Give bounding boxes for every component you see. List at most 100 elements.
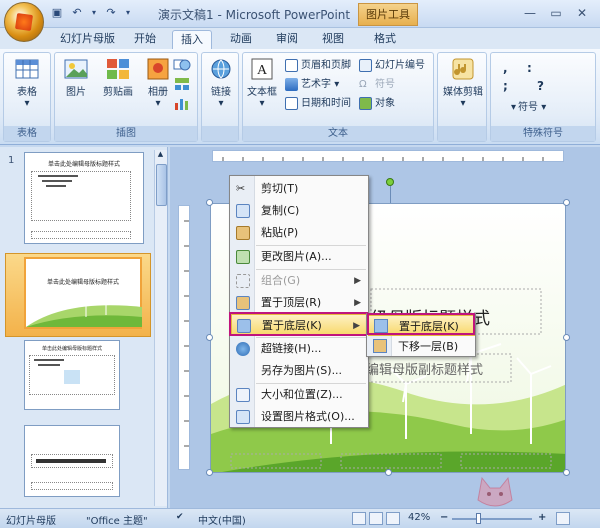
thumbnail-title-placeholder	[31, 454, 113, 468]
date-time-button[interactable]: 日期和时间	[285, 95, 351, 112]
status-language[interactable]: 中文(中国)	[198, 512, 246, 527]
group-text: A 文本框 ▾ 页眉和页脚 艺术字 ▾ 日期和时间 幻灯片编号 Ω 符号 对象 文本	[242, 52, 434, 142]
menu-item-change-picture[interactable]: 更改图片(A)...	[231, 246, 367, 268]
chevron-down-icon: ▾	[460, 98, 466, 109]
shapes-icon[interactable]	[173, 57, 191, 73]
media-clip-button[interactable]: 媒体剪辑 ▾	[439, 57, 487, 109]
office-button[interactable]	[4, 2, 44, 42]
resize-handle[interactable]	[563, 199, 570, 206]
ribbon-tabs: 幻灯片母版 开始 插入 动画 审阅 视图 格式	[0, 28, 600, 50]
group-special-symbols: , : ; ? ▾ 符号 ▾ 特殊符号	[490, 52, 596, 142]
table-icon	[15, 59, 39, 79]
thumbnail-number: 1	[8, 155, 15, 166]
thumbnail-layout-section[interactable]	[24, 425, 120, 497]
chevron-down-icon: ▾	[334, 79, 340, 90]
zoom-slider[interactable]	[452, 518, 532, 520]
scroll-up-icon[interactable]: ▲	[155, 150, 166, 162]
menu-item-hyperlink[interactable]: 超链接(H)...	[231, 338, 367, 360]
tab-review[interactable]: 审阅	[268, 30, 306, 50]
tab-view[interactable]: 视图	[314, 30, 352, 50]
thumbnail-layout-content[interactable]: 单击此处编辑母版标题样式	[24, 340, 120, 410]
menu-item-copy[interactable]: 复制(C)	[231, 200, 367, 222]
menu-item-paste[interactable]: 粘贴(P)	[231, 222, 367, 244]
close-button[interactable]: ✕	[570, 4, 594, 22]
thumbnail-footer	[31, 482, 113, 490]
slideshow-view-button[interactable]	[386, 512, 400, 525]
resize-handle[interactable]	[563, 469, 570, 476]
slide-subtitle-placeholder[interactable]: 编辑母版副标题样式	[366, 359, 483, 378]
save-icon[interactable]: ▣	[50, 6, 64, 20]
slide-number-button[interactable]: 幻灯片编号	[359, 57, 425, 74]
resize-handle[interactable]	[206, 334, 213, 341]
thumbnail-scrollbar[interactable]: ▲	[154, 150, 167, 506]
group-label-text: 文本	[243, 126, 433, 141]
symbol-question[interactable]: ?	[537, 79, 544, 93]
window-title: 演示文稿1 - Microsoft PowerPoint	[158, 8, 351, 22]
symbol-semicolon[interactable]: ;	[503, 79, 508, 93]
rotate-handle-stem	[390, 186, 391, 203]
photo-album-button[interactable]: 相册 ▾	[139, 57, 177, 109]
symbol-colon[interactable]: :	[527, 61, 532, 75]
tab-home[interactable]: 开始	[126, 30, 164, 50]
menu-item-cut[interactable]: ✂ 剪切(T)	[231, 178, 367, 200]
smartart-icon[interactable]	[173, 76, 191, 92]
scroll-thumb[interactable]	[156, 164, 167, 206]
minimize-button[interactable]: —	[518, 4, 542, 22]
title-bar: ▣ ↶ ▾ ↷ ▾ 演示文稿1 - Microsoft PowerPoint 图…	[0, 0, 600, 28]
thumbnail-content-placeholder	[29, 355, 115, 395]
zoom-in-button[interactable]: +	[538, 512, 546, 523]
fit-to-window-button[interactable]	[556, 512, 570, 525]
tab-slide-master[interactable]: 幻灯片母版	[52, 30, 123, 50]
normal-view-button[interactable]	[352, 512, 366, 525]
maximize-button[interactable]: ▭	[544, 4, 568, 22]
tab-format[interactable]: 格式	[366, 30, 404, 50]
header-footer-button[interactable]: 页眉和页脚	[285, 57, 351, 74]
resize-handle[interactable]	[206, 469, 213, 476]
menu-item-save-as-picture[interactable]: 另存为图片(S)...	[231, 360, 367, 382]
zoom-slider-thumb[interactable]	[476, 513, 481, 524]
undo-icon[interactable]: ↶	[70, 6, 84, 20]
zoom-level[interactable]: 42%	[408, 512, 430, 523]
change-picture-icon	[236, 250, 250, 264]
check-icon[interactable]: ✔	[176, 512, 184, 522]
textbox-button[interactable]: A 文本框 ▾	[243, 57, 281, 109]
textbox-icon: A	[251, 58, 273, 80]
chevron-down-icon: ▾	[24, 98, 30, 109]
wordart-button[interactable]: 艺术字 ▾	[285, 76, 339, 93]
submenu-item-send-backward[interactable]: 下移一层(B)	[368, 336, 475, 357]
picture-button[interactable]: 图片	[57, 57, 95, 98]
slide-number-icon	[359, 58, 372, 72]
status-view-name: 幻灯片母版	[6, 516, 56, 527]
tab-insert[interactable]: 插入	[172, 30, 212, 50]
shapes-smartart-chart-stack	[173, 57, 193, 114]
clipart-button[interactable]: 剪贴画	[95, 57, 141, 98]
menu-item-size-position[interactable]: 大小和位置(Z)...	[231, 384, 367, 406]
resize-handle[interactable]	[563, 334, 570, 341]
resize-handle[interactable]	[206, 199, 213, 206]
zoom-out-button[interactable]: −	[440, 512, 448, 523]
thumbnail-layout-title[interactable]: 单击此处编辑母版标题样式	[24, 257, 142, 329]
resize-handle[interactable]	[385, 469, 392, 476]
tab-animation[interactable]: 动画	[222, 30, 260, 50]
symbol-comma[interactable]: ,	[503, 61, 508, 75]
slide-sorter-view-button[interactable]	[369, 512, 383, 525]
redo-icon[interactable]: ↷	[104, 6, 118, 20]
omega-icon: Ω	[359, 79, 367, 90]
links-button[interactable]: 链接 ▾	[202, 57, 240, 109]
scissors-icon: ✂	[236, 182, 246, 195]
menu-item-format-picture[interactable]: 设置图片格式(O)...	[231, 406, 367, 428]
chart-icon[interactable]	[173, 95, 191, 111]
undo-dropdown-icon[interactable]: ▾	[90, 6, 98, 20]
table-button[interactable]: 表格 ▾	[8, 57, 46, 109]
send-backward-icon	[373, 339, 387, 353]
symbol-dropdown-button[interactable]: ▾ 符号 ▾	[511, 99, 546, 116]
thumbnail-master[interactable]: 单击此处编辑母版标题样式	[24, 152, 144, 244]
menu-item-bring-to-front[interactable]: 置于顶层(R) ▶	[231, 292, 367, 314]
customize-qat-icon[interactable]: ▾	[124, 6, 132, 20]
rotate-handle[interactable]	[386, 178, 394, 186]
object-button[interactable]: 对象	[359, 95, 395, 112]
thumbnail-title: 单击此处编辑母版标题样式	[46, 279, 119, 286]
annotation-highlight-box	[229, 312, 368, 336]
vertical-ruler[interactable]	[178, 205, 190, 470]
horizontal-ruler[interactable]	[212, 150, 564, 162]
